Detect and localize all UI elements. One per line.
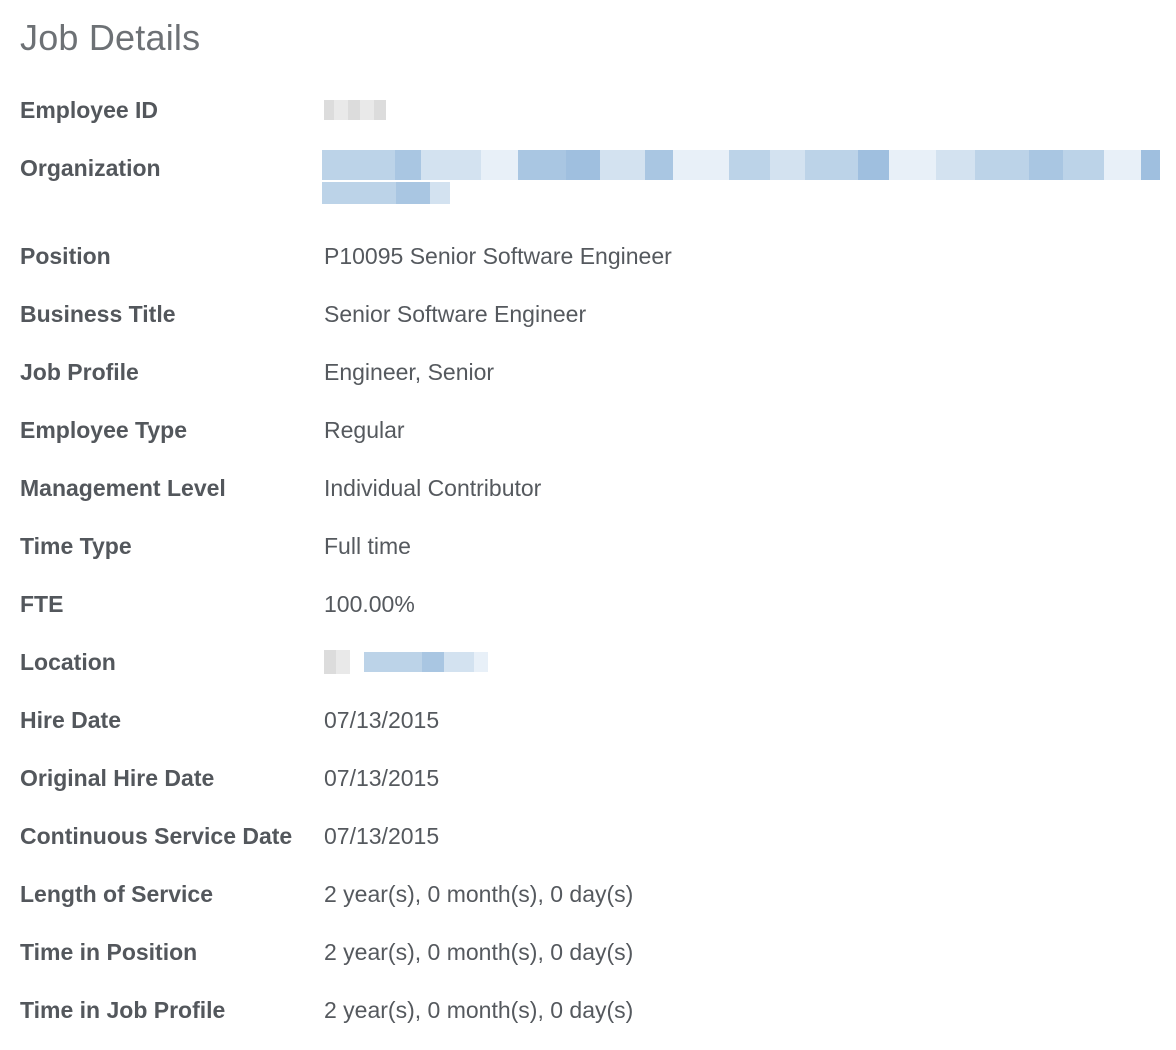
- organization-redacted-link-line2[interactable]: [322, 182, 450, 204]
- field-value-business-title: Senior Software Engineer: [324, 301, 587, 327]
- organization-redacted-link[interactable]: [322, 150, 1160, 180]
- field-row-hire-date: Hire Date 07/13/2015: [0, 698, 1176, 742]
- field-value-time-in-job-profile: 2 year(s), 0 month(s), 0 day(s): [324, 997, 634, 1023]
- field-value-fte: 100.00%: [324, 591, 415, 617]
- field-value-job-profile: Engineer, Senior: [324, 359, 495, 385]
- field-value-management-level: Individual Contributor: [324, 475, 542, 501]
- field-value-time-in-position: 2 year(s), 0 month(s), 0 day(s): [324, 939, 634, 965]
- field-row-job-profile: Job Profile Engineer, Senior: [0, 350, 1176, 394]
- page-title: Job Details: [20, 17, 201, 58]
- field-label-organization: Organization: [20, 155, 161, 181]
- field-row-time-type: Time Type Full time: [0, 524, 1176, 568]
- field-label-length-of-service: Length of Service: [20, 881, 213, 907]
- field-label-location: Location: [20, 649, 116, 675]
- field-value-original-hire-date: 07/13/2015: [324, 765, 440, 791]
- field-label-hire-date: Hire Date: [20, 707, 121, 733]
- field-row-location: Location: [0, 640, 1176, 684]
- field-value-employee-type: Regular: [324, 417, 405, 443]
- field-label-job-profile: Job Profile: [20, 359, 139, 385]
- field-row-time-in-position: Time in Position 2 year(s), 0 month(s), …: [0, 930, 1176, 974]
- field-label-original-hire-date: Original Hire Date: [20, 765, 215, 791]
- field-row-time-in-job-profile: Time in Job Profile 2 year(s), 0 month(s…: [0, 988, 1176, 1032]
- employee-id-redacted-value: [324, 100, 386, 120]
- field-label-time-in-job-profile: Time in Job Profile: [20, 997, 226, 1023]
- field-row-original-hire-date: Original Hire Date 07/13/2015: [0, 756, 1176, 800]
- field-label-business-title: Business Title: [20, 301, 176, 327]
- field-value-continuous-service-date: 07/13/2015: [324, 823, 440, 849]
- location-redacted-link[interactable]: [364, 652, 488, 672]
- field-label-position: Position: [20, 243, 111, 269]
- field-label-time-type: Time Type: [20, 533, 132, 559]
- field-row-fte: FTE 100.00%: [0, 582, 1176, 626]
- location-redacted-prefix: [324, 650, 350, 674]
- field-value-length-of-service: 2 year(s), 0 month(s), 0 day(s): [324, 881, 634, 907]
- field-label-employee-type: Employee Type: [20, 417, 188, 443]
- field-row-business-title: Business Title Senior Software Engineer: [0, 292, 1176, 336]
- field-row-continuous-service-date: Continuous Service Date 07/13/2015: [0, 814, 1176, 858]
- field-row-management-level: Management Level Individual Contributor: [0, 466, 1176, 510]
- field-row-employee-id: Employee ID: [0, 88, 1176, 132]
- field-row-employee-type: Employee Type Regular: [0, 408, 1176, 452]
- field-row-position: Position P10095 Senior Software Engineer: [0, 234, 1176, 278]
- field-label-fte: FTE: [20, 591, 64, 617]
- field-label-management-level: Management Level: [20, 475, 226, 501]
- field-row-organization: Organization: [0, 146, 1176, 218]
- field-value-time-type: Full time: [324, 533, 411, 559]
- field-row-length-of-service: Length of Service 2 year(s), 0 month(s),…: [0, 872, 1176, 916]
- field-label-time-in-position: Time in Position: [20, 939, 198, 965]
- field-value-hire-date: 07/13/2015: [324, 707, 440, 733]
- field-value-position: P10095 Senior Software Engineer: [324, 243, 672, 269]
- field-label-employee-id: Employee ID: [20, 97, 159, 123]
- field-label-continuous-service-date: Continuous Service Date: [20, 823, 293, 849]
